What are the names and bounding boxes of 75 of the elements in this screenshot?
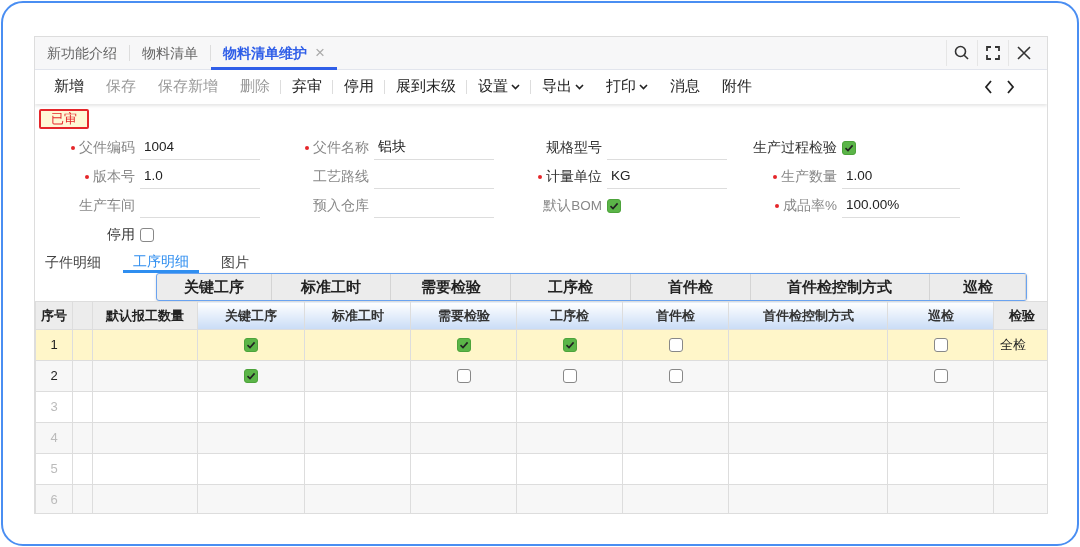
toolbar-button[interactable]: 停用 xyxy=(333,70,385,104)
toolbar-button[interactable]: 附件 xyxy=(711,70,763,104)
column-header[interactable]: 标准工时 xyxy=(304,301,411,330)
checkbox[interactable] xyxy=(933,369,948,383)
row-number: 1 xyxy=(50,337,58,353)
toolbar-button[interactable]: 打印 xyxy=(595,70,659,104)
checkbox[interactable] xyxy=(456,369,471,383)
field-label: 生产过程检验 xyxy=(752,139,837,157)
column-header[interactable]: 需要检验 xyxy=(410,301,517,330)
toolbar-button[interactable]: 新增 xyxy=(43,70,95,104)
window-tab[interactable]: 物料清单维护 × xyxy=(211,37,337,70)
field-label: 默认BOM xyxy=(542,197,602,215)
check-icon xyxy=(246,340,256,350)
window-tab[interactable]: 新功能介绍 xyxy=(35,37,129,70)
toolbar-button[interactable]: 设置 xyxy=(467,70,531,104)
column-header[interactable]: 首件检 xyxy=(622,301,729,330)
checkbox[interactable] xyxy=(562,369,577,383)
row-number: 2 xyxy=(50,368,58,384)
field-label: 父件编码 xyxy=(35,133,135,162)
caret-icon xyxy=(511,84,520,90)
toolbar-button[interactable]: 导出 xyxy=(531,70,595,104)
column-header: 首件检 xyxy=(630,274,751,300)
toolbar-button[interactable]: 展到末级 xyxy=(385,70,467,104)
tab[interactable]: 图片 xyxy=(211,251,259,273)
window-tab[interactable]: 物料清单 xyxy=(130,37,210,70)
check-icon xyxy=(564,340,575,350)
field-label: 版本号 xyxy=(35,162,135,191)
field-label: 规格型号 xyxy=(545,139,602,157)
column-header: 需要检验 xyxy=(391,274,512,300)
caret-icon xyxy=(639,84,648,90)
checkbox[interactable] xyxy=(244,338,258,352)
field-label: 父件名称 xyxy=(265,133,369,162)
check-icon xyxy=(458,340,469,350)
column-header[interactable]: 序号 xyxy=(35,301,73,330)
checkbox[interactable] xyxy=(244,369,258,383)
column-header[interactable]: 关键工序 xyxy=(197,301,305,330)
column-header: 关键工序 xyxy=(157,274,272,300)
toolbar-button[interactable]: 弃审 xyxy=(281,70,333,104)
field-label: 生产数量 xyxy=(732,162,837,191)
check-icon xyxy=(609,200,619,211)
checkbox[interactable] xyxy=(933,338,948,352)
row-number: 6 xyxy=(50,492,58,508)
dragged-column-header[interactable]: 关键工序 标准工时 需要检验 工序检 首件检 首件检控制方式 巡检 xyxy=(156,273,1027,301)
column-header: 工序检 xyxy=(511,274,631,300)
tab[interactable]: 子件明细 xyxy=(35,251,111,273)
column-header[interactable]: 默认报工数量 xyxy=(92,301,198,330)
field-label: 工艺路线 xyxy=(312,168,369,186)
field-label: 生产车间 xyxy=(78,197,135,215)
column-header[interactable]: 检验 xyxy=(993,301,1047,330)
checkbox[interactable] xyxy=(140,227,154,242)
field-label: 成品率% xyxy=(732,191,837,220)
row-number: 4 xyxy=(50,430,58,446)
checkbox[interactable] xyxy=(842,140,856,155)
column-header: 首件检控制方式 xyxy=(750,274,931,300)
checkbox[interactable] xyxy=(562,338,577,352)
field-label: 停用 xyxy=(106,226,135,244)
checkbox[interactable] xyxy=(668,369,683,383)
field-label: 计量单位 xyxy=(499,162,602,191)
column-header[interactable]: 巡检 xyxy=(887,301,994,330)
checkbox[interactable] xyxy=(668,338,683,352)
check-icon xyxy=(246,371,256,381)
column-header[interactable]: 工序检 xyxy=(516,301,623,330)
checkbox[interactable] xyxy=(456,338,471,352)
column-header[interactable]: 首件检控制方式 xyxy=(728,301,888,330)
toolbar-button[interactable]: 消息 xyxy=(659,70,711,104)
status-badge: 已审 xyxy=(39,109,89,129)
column-header: 巡检 xyxy=(930,274,1026,300)
check-icon xyxy=(844,142,854,153)
input-field[interactable]: KG xyxy=(607,164,727,189)
caret-icon xyxy=(575,84,584,90)
row-number: 5 xyxy=(50,461,58,477)
column-header: 标准工时 xyxy=(271,274,392,300)
row-number: 3 xyxy=(50,399,58,415)
table-cell: 全检 xyxy=(1000,337,1026,353)
field-label: 预入仓库 xyxy=(312,197,369,215)
